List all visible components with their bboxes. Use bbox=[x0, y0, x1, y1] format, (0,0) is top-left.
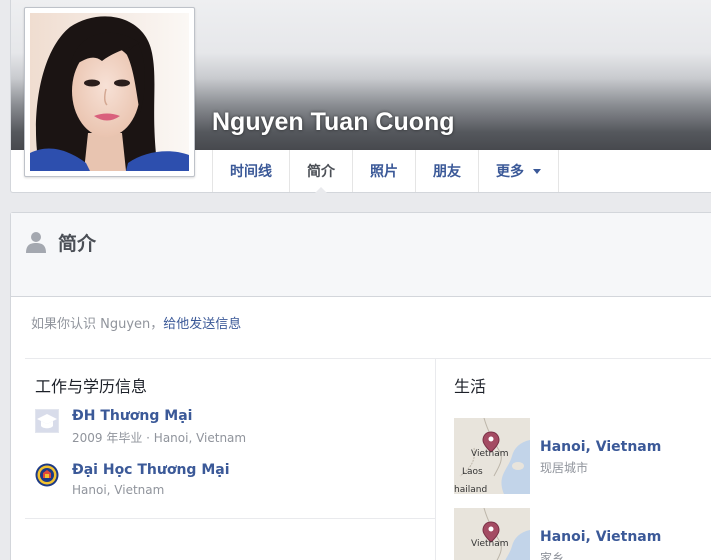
living-title: 生活 bbox=[454, 377, 487, 396]
tab-photos[interactable]: 照片 bbox=[353, 150, 416, 192]
list-item: Vietnam Laos hailand Hanoi, Vietnam 现居城市 bbox=[454, 418, 711, 494]
map-label-laos: Laos bbox=[462, 467, 483, 477]
map-label-vietnam: Vietnam bbox=[471, 539, 509, 549]
tab-friends[interactable]: 朋友 bbox=[416, 150, 479, 192]
tab-timeline[interactable]: 时间线 bbox=[213, 150, 290, 192]
profile-name[interactable]: Nguyen Tuan Cuong bbox=[212, 108, 455, 137]
about-card: 简介 如果你认识 Nguyen，给他发送信息 工作与学历信息 ĐH Thương… bbox=[10, 212, 711, 560]
contact-prompt-text: 如果你认识 Nguyen， bbox=[31, 317, 164, 332]
tab-about[interactable]: 简介 bbox=[290, 150, 353, 193]
city-name[interactable]: Hanoi, Vietnam bbox=[540, 529, 661, 545]
send-message-link[interactable]: 给他发送信息 bbox=[163, 317, 241, 332]
city-type: 现居城市 bbox=[540, 461, 589, 475]
about-title: 简介 bbox=[58, 233, 97, 255]
column-divider bbox=[435, 358, 436, 560]
map-thumbnail[interactable]: Vietnam bbox=[454, 508, 530, 560]
about-header: 简介 bbox=[11, 213, 711, 297]
school-logo-icon bbox=[35, 463, 59, 487]
person-icon bbox=[26, 232, 46, 253]
list-item: Vietnam Hanoi, Vietnam 家乡 bbox=[454, 508, 711, 560]
left-column-divider bbox=[25, 518, 435, 519]
school-details: 2009 年毕业 · Hanoi, Vietnam bbox=[72, 431, 247, 445]
city-type: 家乡 bbox=[540, 551, 565, 560]
work-education-title: 工作与学历信息 bbox=[35, 377, 148, 396]
profile-photo-image bbox=[30, 13, 189, 171]
profile-picture[interactable] bbox=[24, 7, 195, 177]
map-label-thailand: hailand bbox=[454, 485, 487, 494]
city-name[interactable]: Hanoi, Vietnam bbox=[540, 439, 661, 455]
list-item: Đại Học Thương Mại Hanoi, Vietnam bbox=[35, 462, 425, 507]
list-item: ĐH Thương Mại 2009 年毕业 · Hanoi, Vietnam bbox=[35, 408, 425, 453]
profile-nav: 时间线 简介 照片 朋友 更多 bbox=[212, 150, 559, 193]
school-name[interactable]: ĐH Thương Mại bbox=[72, 408, 192, 424]
tab-more-label: 更多 bbox=[496, 164, 524, 180]
map-label-vietnam: Vietnam bbox=[471, 449, 509, 459]
school-details: Hanoi, Vietnam bbox=[72, 483, 165, 497]
school-name[interactable]: Đại Học Thương Mại bbox=[72, 462, 230, 478]
map-thumbnail[interactable]: Vietnam Laos hailand bbox=[454, 418, 530, 494]
tab-more[interactable]: 更多 bbox=[479, 150, 559, 192]
graduation-cap-icon bbox=[35, 409, 59, 433]
contact-prompt: 如果你认识 Nguyen，给他发送信息 bbox=[31, 313, 241, 332]
section-divider bbox=[25, 358, 711, 359]
caret-down-icon bbox=[533, 168, 541, 174]
